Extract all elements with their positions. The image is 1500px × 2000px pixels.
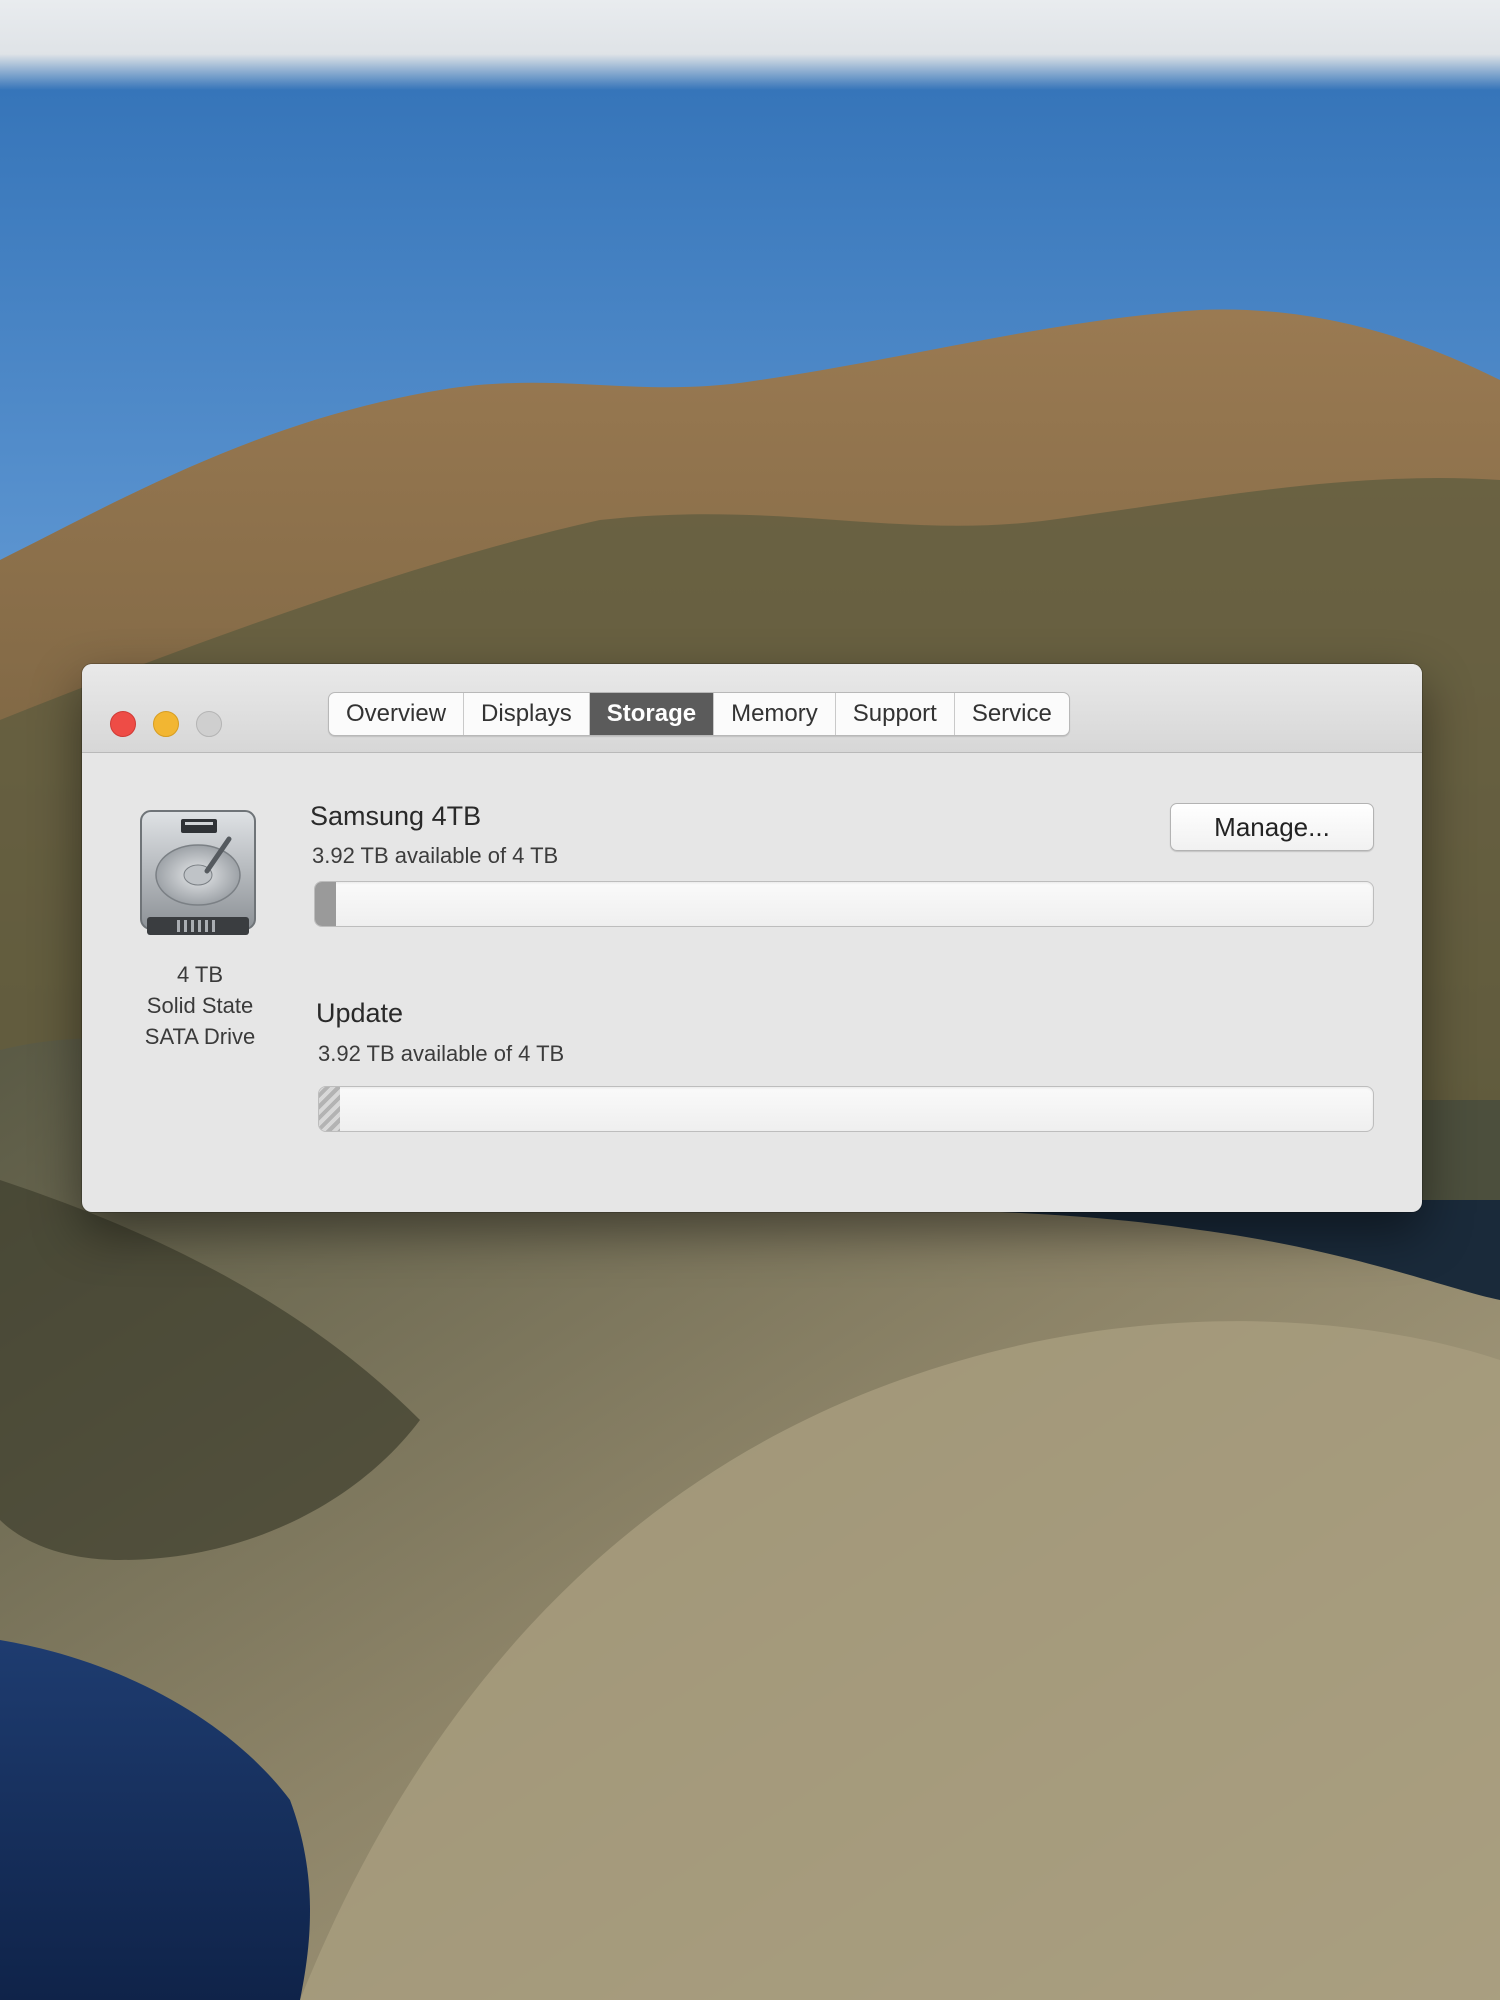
drive-info: 4 TB Solid State SATA Drive: [110, 959, 290, 1052]
tab-memory[interactable]: Memory: [714, 693, 836, 735]
volume-name: Update: [316, 998, 404, 1028]
storage-panel: 4 TB Solid State SATA Drive Samsung 4TB …: [82, 753, 1422, 1212]
volume-available: 3.92 TB available of 4 TB: [318, 1041, 565, 1066]
drive-capacity: 4 TB: [176, 962, 224, 987]
tab-storage[interactable]: Storage: [589, 693, 715, 735]
window-titlebar[interactable]: Overview Displays Storage Memory Support…: [82, 664, 1422, 753]
tab-overview[interactable]: Overview: [329, 693, 465, 735]
tab-support[interactable]: Support: [836, 693, 955, 735]
close-button[interactable]: [110, 711, 136, 737]
tab-displays[interactable]: Displays: [464, 693, 590, 735]
tab-service[interactable]: Service: [955, 693, 1069, 735]
storage-usage-fill: [319, 1087, 341, 1131]
tab-bar: Overview Displays Storage Memory Support…: [328, 692, 1070, 736]
drive-type-line1: Solid State: [146, 993, 254, 1018]
storage-usage-fill: [315, 882, 337, 926]
manage-button[interactable]: Manage...: [1170, 803, 1374, 851]
zoom-button: [196, 711, 222, 737]
about-this-mac-window: Overview Displays Storage Memory Support…: [82, 664, 1422, 1212]
monitor-bezel: [0, 0, 1500, 90]
volume-name: Samsung 4TB: [310, 801, 482, 831]
minimize-button[interactable]: [153, 711, 179, 737]
drive-type-line2: SATA Drive: [144, 1024, 256, 1049]
volume-available: 3.92 TB available of 4 TB: [312, 843, 559, 868]
storage-usage-bar: [318, 1086, 1374, 1132]
storage-usage-bar: [314, 881, 1374, 927]
hard-drive-icon: [137, 809, 259, 941]
